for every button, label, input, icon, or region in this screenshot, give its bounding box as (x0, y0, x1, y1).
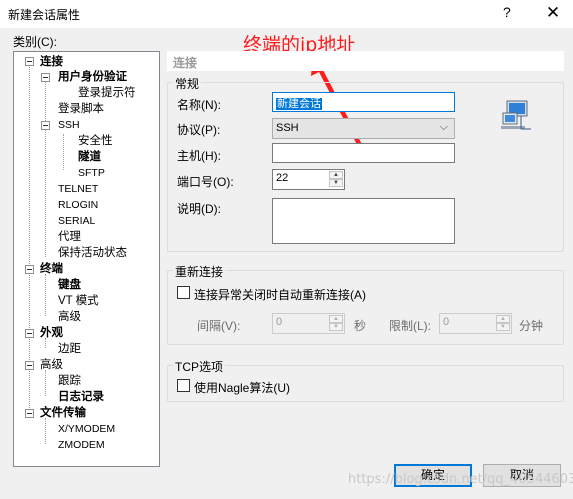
window-title: 新建会话属性 (8, 8, 81, 22)
network-computer-icon (501, 100, 531, 130)
title-bar: 新建会话属性 ? ✕ (0, 0, 573, 28)
tree-item-zmodem[interactable]: ZMODEM (58, 438, 105, 452)
tree-item-terminal-advanced[interactable]: 高级 (58, 310, 81, 324)
tree-item-sftp[interactable]: SFTP (78, 166, 105, 180)
expand-toggle-advanced[interactable] (25, 361, 34, 370)
tree-item-security[interactable]: 安全性 (78, 134, 113, 148)
protocol-select[interactable]: SSH ⌵ (272, 118, 455, 139)
tree-item-appearance[interactable]: 外观 (40, 326, 63, 340)
expand-toggle-ssh[interactable] (41, 121, 50, 130)
section-header: 连接 (167, 51, 564, 71)
name-label: 名称(N): (177, 98, 221, 112)
tree-item-advanced[interactable]: 高级 (40, 358, 63, 372)
spin-up-icon[interactable]: ▲ (496, 315, 510, 323)
interval-spinner[interactable]: 0 ▲ ▼ (272, 313, 345, 334)
description-label: 说明(D): (177, 202, 221, 216)
tree-item-auth[interactable]: 用户身份验证 (58, 70, 127, 84)
limit-value: 0 (443, 316, 450, 328)
port-label: 端口号(O): (177, 175, 234, 189)
interval-label: 间隔(V): (197, 319, 241, 333)
spin-down-icon[interactable]: ▼ (329, 323, 343, 331)
tree-item-vt-mode[interactable]: VT 模式 (58, 294, 99, 308)
protocol-label: 协议(P): (177, 123, 221, 137)
host-field[interactable] (272, 143, 455, 163)
spin-down-icon[interactable]: ▼ (496, 323, 510, 331)
tree-connector (45, 418, 46, 444)
tree-item-logging[interactable]: 日志记录 (58, 390, 104, 404)
spin-up-icon[interactable]: ▲ (329, 315, 343, 323)
nagle-checkbox[interactable] (177, 379, 190, 392)
tree-item-terminal[interactable]: 终端 (40, 262, 63, 276)
chevron-down-icon: ⌵ (439, 121, 448, 133)
limit-unit: 分钟 (519, 319, 544, 333)
tree-connector (45, 274, 46, 316)
category-label: 类别(C): (13, 35, 57, 49)
tree-item-login-prompt[interactable]: 登录提示符 (78, 86, 136, 100)
tree-connector (45, 77, 46, 257)
nagle-label[interactable]: 使用Nagle算法(U) (194, 379, 290, 396)
description-field[interactable] (272, 198, 455, 244)
watermark: https://blog.csdn.net/qq_40544603 (348, 472, 573, 487)
expand-toggle-appearance[interactable] (25, 329, 34, 338)
limit-spinner[interactable]: 0 ▲ ▼ (439, 313, 512, 334)
tree-connector (45, 370, 46, 396)
close-button[interactable]: ✕ (538, 2, 568, 24)
tree-item-keyboard[interactable]: 键盘 (58, 278, 81, 292)
tree-item-tunnel[interactable]: 隧道 (78, 150, 101, 164)
port-spinner[interactable]: 22 ▲ ▼ (272, 169, 345, 190)
auto-reconnect-label[interactable]: 连接异常关闭时自动重新连接(A) (194, 286, 366, 303)
limit-label: 限制(L): (389, 319, 432, 333)
spin-down-icon[interactable]: ▼ (329, 179, 343, 187)
port-value: 22 (276, 172, 289, 184)
expand-toggle-file-transfer[interactable] (25, 409, 34, 418)
reconnect-group-label: 重新连接 (173, 263, 226, 280)
auto-reconnect-checkbox[interactable] (177, 286, 190, 299)
tree-item-trace[interactable]: 跟踪 (58, 374, 81, 388)
spin-up-icon[interactable]: ▲ (329, 171, 343, 179)
tree-item-login-script[interactable]: 登录脚本 (58, 102, 104, 116)
tree-item-connection[interactable]: 连接 (40, 55, 63, 69)
tree-item-rlogin[interactable]: RLOGIN (58, 198, 98, 212)
expand-toggle-terminal[interactable] (25, 265, 34, 274)
name-value: 新建会话 (276, 98, 322, 110)
tree-item-margins[interactable]: 边距 (58, 342, 81, 356)
name-field[interactable]: 新建会话 (272, 92, 455, 112)
host-label: 主机(H): (177, 149, 221, 163)
tree-item-telnet[interactable]: TELNET (58, 182, 98, 196)
tree-item-proxy[interactable]: 代理 (58, 230, 81, 244)
interval-unit: 秒 (354, 319, 367, 333)
tree-item-serial[interactable]: SERIAL (58, 214, 95, 228)
tree-item-file-transfer[interactable]: 文件传输 (40, 406, 86, 420)
tree-item-ssh[interactable]: SSH (58, 118, 80, 132)
help-button[interactable]: ? (503, 4, 511, 20)
tcp-group-label: TCP选项 (173, 358, 226, 375)
category-tree[interactable]: 连接 用户身份验证 登录提示符 登录脚本 SSH 安全性 隧道 SFTP TEL… (13, 51, 160, 467)
tree-item-keepalive[interactable]: 保持活动状态 (58, 246, 127, 260)
interval-value: 0 (276, 316, 283, 328)
expand-toggle-auth[interactable] (41, 73, 50, 82)
tree-connector (63, 134, 64, 170)
tree-item-xymodem[interactable]: X/YMODEM (58, 422, 115, 436)
expand-toggle-connection[interactable] (25, 57, 34, 66)
protocol-value: SSH (276, 122, 299, 134)
general-group-label: 常规 (173, 75, 202, 92)
tree-connector (29, 62, 30, 412)
